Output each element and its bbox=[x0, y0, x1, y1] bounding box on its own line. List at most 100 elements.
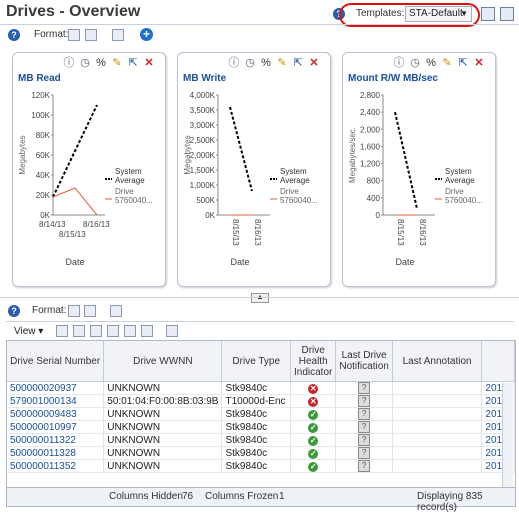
maximize-icon[interactable]: ⇱ bbox=[127, 57, 139, 69]
table-row[interactable]: 500000020937 UNKNOWN Stk9840c ✕? 2013- bbox=[7, 381, 515, 395]
ok-status-icon: ✓ bbox=[308, 422, 319, 433]
drive-serial-cell[interactable]: 500000011322 bbox=[7, 433, 105, 447]
percent-icon[interactable]: % bbox=[260, 57, 272, 69]
columns-hidden-label: Columns Hidden bbox=[109, 491, 183, 502]
maximize-icon[interactable]: ⇱ bbox=[292, 57, 304, 69]
notification-icon[interactable]: ? bbox=[358, 460, 371, 472]
status-bar: Columns Hidden 76 Columns Frozen 1 Displ… bbox=[6, 487, 516, 513]
history-icon[interactable]: ◷ bbox=[79, 57, 91, 69]
annotate-icon[interactable] bbox=[73, 325, 85, 337]
annotation-cell bbox=[392, 446, 483, 460]
y-tick-label: 0 bbox=[376, 211, 381, 220]
col-health[interactable]: Drive Health Indicator bbox=[290, 341, 337, 382]
col-annotation[interactable]: Last Annotation bbox=[392, 341, 483, 382]
page-title: Drives - Overview bbox=[6, 3, 141, 20]
drive-serial-cell[interactable]: 500000020937 bbox=[7, 381, 105, 395]
table-row[interactable]: 500000011322 UNKNOWN Stk9840c ✓? 2013- bbox=[7, 433, 515, 447]
drive-wwnn-cell: UNKNOWN bbox=[103, 420, 223, 434]
annotation-cell bbox=[392, 407, 483, 421]
edit-icon[interactable]: ✎ bbox=[441, 57, 453, 69]
notification-icon[interactable]: ? bbox=[358, 395, 371, 407]
info-icon[interactable]: ⓘ bbox=[228, 57, 240, 69]
edit-icon[interactable]: ✎ bbox=[111, 57, 123, 69]
annotation-cell bbox=[392, 394, 483, 408]
help-icon[interactable]: ? bbox=[8, 305, 20, 317]
col-drive-serial[interactable]: Drive Serial Number bbox=[7, 341, 105, 382]
drive-serial-cell[interactable]: 500000010997 bbox=[7, 420, 105, 434]
drive-type-cell: Stk9840c bbox=[221, 433, 291, 447]
chart-panel: ⓘ ◷% ✎ ⇱ ✕ MB Read 120K 100K 80K 60K 40K 20K 0K Megab… bbox=[12, 52, 166, 287]
drive-type-cell: T10000d-Enc bbox=[221, 394, 291, 408]
drive-serial-cell[interactable]: 500000011328 bbox=[7, 446, 105, 460]
ok-status-icon: ✓ bbox=[308, 448, 319, 459]
ok-status-icon: ✓ bbox=[308, 461, 319, 472]
notification-icon[interactable]: ? bbox=[358, 382, 371, 394]
x-tick-label: 8/14/13 bbox=[39, 220, 66, 229]
percent-icon[interactable]: % bbox=[425, 57, 437, 69]
health-cell: ✓ bbox=[290, 407, 337, 421]
y-tick-label: 4,000K bbox=[190, 91, 216, 100]
info-icon[interactable]: ⓘ bbox=[63, 57, 75, 69]
y-tick-label: 1,000K bbox=[190, 181, 216, 190]
drive-serial-cell[interactable]: 500000011352 bbox=[7, 459, 105, 473]
y-tick-label: 2,800 bbox=[360, 91, 381, 100]
history-icon[interactable]: ◷ bbox=[244, 57, 256, 69]
y-tick-label: 800 bbox=[367, 177, 381, 186]
close-icon[interactable]: ✕ bbox=[473, 57, 485, 69]
filter-icon[interactable] bbox=[124, 325, 136, 337]
notification-icon[interactable]: ? bbox=[358, 421, 371, 433]
notification-icon[interactable]: ? bbox=[358, 408, 371, 420]
view-menu-label: View bbox=[14, 326, 36, 337]
col-notification[interactable]: Last Drive Notification bbox=[335, 341, 393, 382]
export-icon[interactable] bbox=[107, 325, 119, 337]
detach-icon[interactable] bbox=[166, 325, 178, 337]
table-row[interactable]: 500000011352 UNKNOWN Stk9840c ✓? 2013- bbox=[7, 459, 515, 473]
close-icon[interactable]: ✕ bbox=[143, 57, 155, 69]
templates-select-value: STA-Default bbox=[409, 8, 463, 19]
notification-icon[interactable]: ? bbox=[358, 447, 371, 459]
y-axis-label: Megabytes bbox=[183, 135, 192, 174]
list-view-icon[interactable] bbox=[68, 305, 80, 317]
run-icon[interactable] bbox=[56, 325, 68, 337]
save-template-icon[interactable] bbox=[481, 7, 495, 21]
col-drive-wwnn[interactable]: Drive WWNN bbox=[103, 341, 223, 382]
view-menu[interactable]: View ▾ bbox=[14, 326, 43, 337]
drive-type-cell: Stk9840c bbox=[221, 459, 291, 473]
table-row[interactable]: 579001000134 50:01:04:F0:00:8B:03:9B T1000… bbox=[7, 394, 515, 408]
history-icon[interactable]: ◷ bbox=[409, 57, 421, 69]
table-scrollbar[interactable] bbox=[502, 383, 513, 487]
info-icon[interactable]: ⓘ bbox=[393, 57, 405, 69]
y-tick-label: 2,500K bbox=[190, 136, 216, 145]
format-grid-icon[interactable] bbox=[68, 29, 80, 41]
print-icon[interactable] bbox=[110, 305, 122, 317]
chart-plot: 2,800 2,400 2,000 1,600 1,200 800 400 0 Megabyte… bbox=[348, 91, 483, 267]
edit-icon[interactable]: ✎ bbox=[276, 57, 288, 69]
col-drive-type[interactable]: Drive Type bbox=[221, 341, 291, 382]
templates-select[interactable]: STA-Default ▼ bbox=[405, 6, 472, 22]
print-icon[interactable] bbox=[112, 29, 124, 41]
y-tick-label: 100K bbox=[31, 111, 50, 120]
close-icon[interactable]: ✕ bbox=[308, 57, 320, 69]
collapse-toggle-icon[interactable]: ▲ bbox=[251, 293, 269, 303]
manage-template-icon[interactable] bbox=[500, 7, 514, 21]
table-row[interactable]: 500000010997 UNKNOWN Stk9840c ✓? 2013- bbox=[7, 420, 515, 434]
drive-serial-cell[interactable]: 579001000134 bbox=[7, 394, 105, 408]
percent-icon[interactable]: % bbox=[95, 57, 107, 69]
annotation-cell bbox=[392, 433, 483, 447]
health-cell: ✓ bbox=[290, 433, 337, 447]
x-axis-label: Date bbox=[65, 257, 84, 267]
drive-serial-cell[interactable]: 500000009483 bbox=[7, 407, 105, 421]
group-icon[interactable] bbox=[90, 325, 102, 337]
maximize-icon[interactable]: ⇱ bbox=[457, 57, 469, 69]
format-layout-icon[interactable] bbox=[85, 29, 97, 41]
col-date[interactable] bbox=[481, 341, 515, 382]
table-row[interactable]: 500000009483 UNKNOWN Stk9840c ✓? 2013- bbox=[7, 407, 515, 421]
table-row[interactable]: 500000011328 UNKNOWN Stk9840c ✓? 2013- bbox=[7, 446, 515, 460]
detail-view-icon[interactable] bbox=[84, 305, 96, 317]
clear-filter-icon[interactable] bbox=[141, 325, 153, 337]
help-icon[interactable]: ? bbox=[8, 29, 20, 41]
y-tick-label: 0K bbox=[40, 211, 50, 220]
legend-label: 5760040... bbox=[115, 196, 153, 205]
add-chart-icon[interactable]: + bbox=[140, 28, 153, 41]
notification-icon[interactable]: ? bbox=[358, 434, 371, 446]
